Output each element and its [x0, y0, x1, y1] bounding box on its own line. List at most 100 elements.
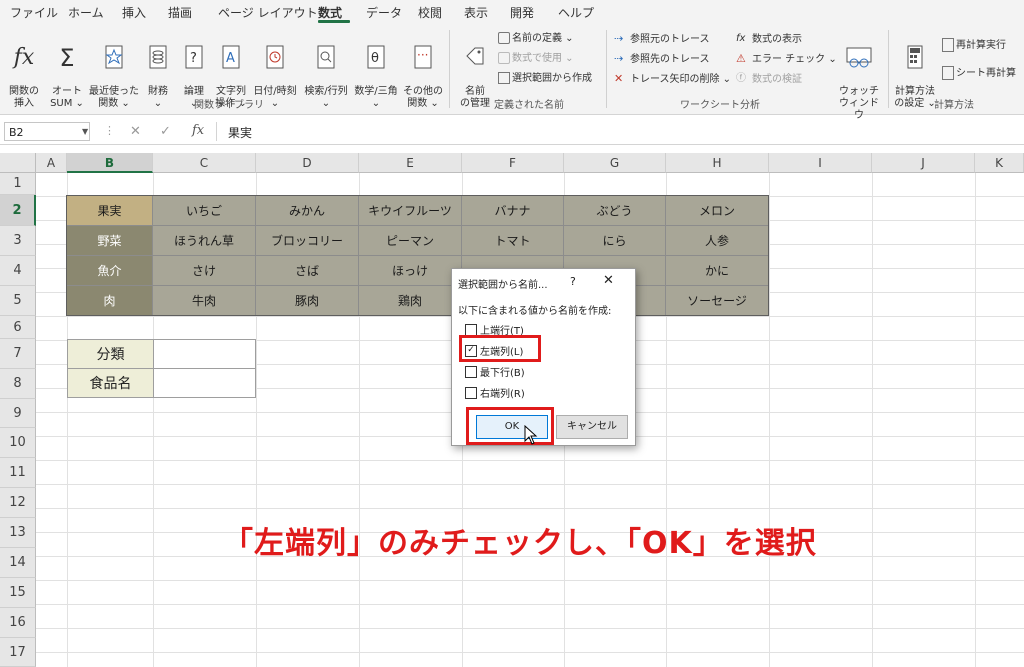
financial-button[interactable]: 財務 ⌄	[142, 32, 174, 110]
column-header-H[interactable]: H	[666, 153, 769, 173]
food-cell[interactable]: バナナ	[462, 195, 564, 226]
left-column-checkbox[interactable]: ✓ 左端列(L)	[465, 343, 523, 358]
more-functions-button[interactable]: ··· その他の 関数 ⌄	[402, 32, 444, 110]
show-formulas-button[interactable]: fx 数式の表示	[736, 32, 802, 47]
lookup-reference-button[interactable]: 検索/行列 ⌄	[302, 32, 350, 110]
column-header-J[interactable]: J	[872, 153, 975, 173]
confirm-entry-icon[interactable]: ✓	[160, 124, 171, 139]
trace-dependents-button[interactable]: ⇢ 参照先のトレース	[614, 52, 710, 67]
bottom-row-checkbox[interactable]: 最下行(B)	[465, 364, 525, 379]
food-cell[interactable]: 牛肉	[153, 286, 256, 316]
top-row-checkbox[interactable]: 上端行(T)	[465, 322, 524, 337]
food-cell[interactable]: にら	[564, 226, 666, 256]
cancel-button[interactable]: キャンセル	[556, 415, 628, 439]
category-cell[interactable]: 肉	[67, 286, 153, 316]
tab-data[interactable]: データ	[366, 4, 402, 21]
column-header-E[interactable]: E	[359, 153, 462, 173]
category-cell[interactable]: 野菜	[67, 226, 153, 256]
food-cell[interactable]: トマト	[462, 226, 564, 256]
category-cell[interactable]: 魚介	[67, 256, 153, 286]
food-cell[interactable]: ぶどう	[564, 195, 666, 226]
column-header-B[interactable]: B	[67, 153, 153, 173]
food-name-input-cell[interactable]	[153, 368, 256, 398]
food-cell[interactable]: メロン	[666, 195, 769, 226]
column-header-C[interactable]: C	[153, 153, 256, 173]
food-cell[interactable]: さば	[256, 256, 359, 286]
watch-window-button[interactable]: ウォッチ ウィンドウ	[836, 32, 882, 122]
tab-help[interactable]: ヘルプ	[558, 4, 594, 21]
column-header-G[interactable]: G	[564, 153, 666, 173]
row-header-6[interactable]: 6	[0, 316, 36, 339]
row-header-12[interactable]: 12	[0, 488, 36, 518]
tab-formulas[interactable]: 数式	[318, 4, 342, 21]
food-cell[interactable]: 人参	[666, 226, 769, 256]
row-header-2[interactable]: 2	[0, 195, 36, 226]
row-header-17[interactable]: 17	[0, 638, 36, 667]
remove-arrows-button[interactable]: ✕ トレース矢印の削除 ⌄	[614, 72, 731, 87]
column-header-D[interactable]: D	[256, 153, 359, 173]
category-cell[interactable]: 果実	[67, 195, 153, 226]
category-input-cell[interactable]	[153, 339, 256, 369]
food-cell[interactable]: ピーマン	[359, 226, 462, 256]
row-header-13[interactable]: 13	[0, 518, 36, 548]
math-trig-button[interactable]: θ 数学/三角 ⌄	[352, 32, 400, 110]
recent-functions-button[interactable]: 最近使った 関数 ⌄	[88, 32, 140, 110]
food-cell[interactable]: 鶏肉	[359, 286, 462, 316]
cancel-entry-icon[interactable]: ✕	[130, 124, 141, 139]
row-header-3[interactable]: 3	[0, 226, 36, 256]
create-from-selection-button[interactable]: 選択範囲から作成	[498, 72, 592, 86]
tab-developer[interactable]: 開発	[510, 4, 534, 21]
tab-review[interactable]: 校閲	[418, 4, 442, 21]
close-icon[interactable]: ✕	[603, 273, 614, 288]
food-cell[interactable]: ほうれん草	[153, 226, 256, 256]
row-header-11[interactable]: 11	[0, 458, 36, 488]
tab-home[interactable]: ホーム	[68, 4, 104, 21]
column-header-K[interactable]: K	[975, 153, 1024, 173]
name-box[interactable]: B2	[4, 122, 90, 141]
right-column-checkbox[interactable]: 右端列(R)	[465, 385, 525, 400]
row-header-15[interactable]: 15	[0, 578, 36, 608]
select-all-corner[interactable]	[0, 153, 36, 173]
food-cell[interactable]: いちご	[153, 195, 256, 226]
row-header-7[interactable]: 7	[0, 339, 36, 369]
food-name-label-cell[interactable]: 食品名	[67, 368, 154, 398]
autosum-button[interactable]: Σ オート SUM ⌄	[48, 32, 86, 110]
define-name-button[interactable]: 名前の定義 ⌄	[498, 32, 574, 46]
food-cell[interactable]: ブロッコリー	[256, 226, 359, 256]
row-header-8[interactable]: 8	[0, 369, 36, 399]
tab-view[interactable]: 表示	[464, 4, 488, 21]
row-header-5[interactable]: 5	[0, 286, 36, 316]
column-header-F[interactable]: F	[462, 153, 564, 173]
food-cell[interactable]: ほっけ	[359, 256, 462, 286]
tab-page-layout[interactable]: ページ レイアウト	[218, 4, 318, 21]
use-in-formula-button[interactable]: 数式で使用 ⌄	[498, 52, 574, 66]
food-cell[interactable]: さけ	[153, 256, 256, 286]
name-manager-button[interactable]: 名前 の管理	[456, 32, 494, 110]
food-cell[interactable]: ソーセージ	[666, 286, 769, 316]
food-cell[interactable]: 豚肉	[256, 286, 359, 316]
calculate-now-button[interactable]: 再計算実行	[942, 38, 1006, 53]
name-box-dropdown-icon[interactable]: ▼	[82, 127, 88, 136]
formula-input[interactable]: 果実	[228, 124, 252, 141]
tab-insert[interactable]: 挿入	[122, 4, 146, 21]
row-header-9[interactable]: 9	[0, 399, 36, 428]
evaluate-formula-button[interactable]: ⓕ 数式の検証	[736, 72, 802, 87]
column-header-A[interactable]: A	[36, 153, 67, 173]
food-cell[interactable]: かに	[666, 256, 769, 286]
tab-file[interactable]: ファイル	[10, 4, 58, 21]
calculation-options-button[interactable]: 計算方法 の設定 ⌄	[892, 32, 938, 110]
food-cell[interactable]: キウイフルーツ	[359, 195, 462, 226]
column-header-I[interactable]: I	[769, 153, 872, 173]
tab-draw[interactable]: 描画	[168, 4, 192, 21]
food-cell[interactable]: みかん	[256, 195, 359, 226]
trace-precedents-button[interactable]: ⇢ 参照元のトレース	[614, 32, 710, 47]
row-header-4[interactable]: 4	[0, 256, 36, 286]
insert-function-button[interactable]: fx 関数の 挿入	[6, 32, 42, 110]
row-header-1[interactable]: 1	[0, 173, 36, 195]
row-header-16[interactable]: 16	[0, 608, 36, 638]
help-icon[interactable]: ?	[570, 275, 576, 288]
calculate-sheet-button[interactable]: シート再計算	[942, 66, 1016, 81]
category-label-cell[interactable]: 分類	[67, 339, 154, 369]
error-checking-button[interactable]: ⚠ エラー チェック ⌄	[736, 52, 837, 67]
row-header-14[interactable]: 14	[0, 548, 36, 578]
